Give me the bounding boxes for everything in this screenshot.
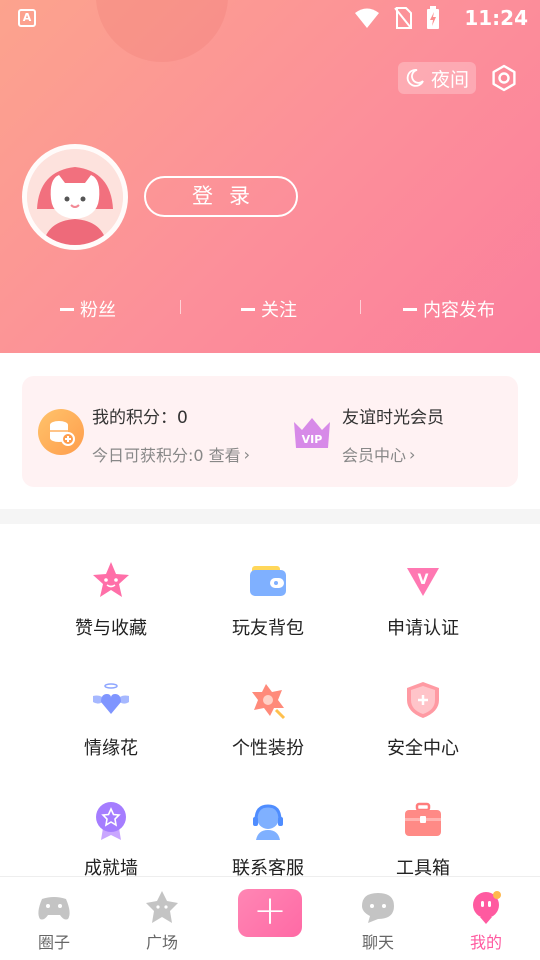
feature-grid: 赞与收藏 玩友背包 V 申请认证 情缘花 个性装扮 安全中心 成就墙 联系客服 … — [0, 524, 540, 879]
profile-mascot-icon — [473, 891, 501, 924]
svg-text:V: V — [418, 572, 429, 588]
grid-label: 安全中心 — [387, 738, 459, 759]
tab-label: 圈子 — [37, 933, 70, 952]
chevron-right-icon: › — [243, 444, 251, 464]
status-bar: A 11:24 — [0, 0, 540, 36]
app-notification-icon: A — [18, 9, 36, 27]
battery-charging-icon — [427, 6, 439, 29]
points-sub-label: 今日可获积分:0 查看 — [92, 446, 241, 465]
shield-icon — [407, 682, 439, 718]
grid-item-romance[interactable]: 情缘花 — [41, 680, 181, 780]
stat-placeholder-dash — [241, 307, 255, 311]
login-button[interactable]: 登录 — [144, 176, 298, 217]
bottom-tab-bar: 圈子 广场 + 聊天 我的 — [0, 876, 540, 960]
grid-label: 赞与收藏 — [75, 618, 147, 639]
grid-label: 申请认证 — [387, 618, 459, 639]
points-view-link[interactable]: 今日可获积分:0 查看 › — [92, 442, 250, 466]
stat-placeholder-dash — [60, 307, 74, 311]
tab-label: 聊天 — [361, 933, 394, 952]
stat-following-label: 关注 — [261, 300, 297, 321]
avatar[interactable] — [22, 144, 128, 250]
gamepad-icon — [38, 897, 70, 920]
tab-circle[interactable]: 圈子 — [4, 877, 104, 960]
tab-chat[interactable]: 聊天 — [328, 877, 428, 960]
svg-text:VIP: VIP — [302, 433, 323, 446]
wallet-icon — [250, 566, 286, 596]
status-time: 11:24 — [464, 6, 528, 30]
vip-center-link[interactable]: 会员中心 › — [342, 442, 415, 466]
points-vip-card: 我的积分：0 今日可获积分:0 查看 › VIP 友谊时光会员 会员中心 › — [22, 376, 518, 487]
chat-bubble-icon — [362, 893, 394, 923]
grid-label: 玩友背包 — [232, 618, 304, 639]
night-mode-button[interactable]: 夜间 — [398, 62, 476, 94]
stat-posts[interactable]: 内容发布 — [403, 296, 495, 322]
grid-label: 个性装扮 — [232, 738, 304, 759]
tab-label-active: 我的 — [469, 933, 502, 952]
grid-item-verify[interactable]: V 申请认证 — [353, 560, 493, 660]
stat-posts-label: 内容发布 — [423, 300, 495, 321]
points-title: 我的积分：0 — [92, 408, 188, 428]
toolbox-icon — [405, 802, 441, 836]
settings-gear-icon[interactable] — [490, 64, 518, 92]
vip-crown-icon: VIP — [294, 418, 330, 448]
winged-heart-icon — [93, 683, 129, 714]
grid-item-dressup[interactable]: 个性装扮 — [198, 680, 338, 780]
grid-item-backpack[interactable]: 玩友背包 — [198, 560, 338, 660]
stat-fans[interactable]: 粉丝 — [60, 296, 116, 322]
tab-square[interactable]: 广场 — [112, 877, 212, 960]
coin-stack-icon — [50, 421, 75, 446]
profile-header: A 11:24 夜间 登录 粉丝 关注 内容发布 — [0, 0, 540, 353]
stat-following[interactable]: 关注 — [241, 296, 297, 322]
profile-stats: 粉丝 关注 内容发布 — [0, 296, 540, 326]
stat-placeholder-dash — [403, 307, 417, 311]
headset-icon — [253, 804, 283, 840]
no-sim-icon — [394, 7, 412, 29]
night-mode-label: 夜间 — [430, 68, 469, 91]
vip-sub-label: 会员中心 — [342, 446, 407, 465]
star-tab-icon — [146, 891, 178, 923]
section-divider — [0, 509, 540, 524]
moon-icon — [406, 69, 424, 87]
status-icons — [354, 6, 440, 30]
medal-icon — [96, 802, 126, 840]
cat-mascot-icon — [27, 149, 123, 245]
create-post-button[interactable]: + — [238, 889, 302, 937]
grid-label: 情缘花 — [84, 738, 138, 759]
star-face-icon — [93, 562, 129, 597]
tab-mine[interactable]: 我的 — [436, 877, 536, 960]
points-vip-section: 我的积分：0 今日可获积分:0 查看 › VIP 友谊时光会员 会员中心 › — [0, 353, 540, 509]
vip-title: 友谊时光会员 — [342, 408, 444, 428]
flower-brush-icon — [252, 684, 286, 720]
stat-divider — [180, 300, 181, 314]
stat-divider — [360, 300, 361, 314]
grid-item-security[interactable]: 安全中心 — [353, 680, 493, 780]
v-badge-icon: V — [407, 568, 439, 596]
points-coin-icon — [38, 409, 84, 455]
tab-label: 广场 — [145, 933, 178, 952]
stat-fans-label: 粉丝 — [80, 300, 116, 321]
chevron-right-icon: › — [409, 444, 416, 464]
grid-item-likes[interactable]: 赞与收藏 — [41, 560, 181, 660]
wifi-icon — [355, 8, 379, 28]
